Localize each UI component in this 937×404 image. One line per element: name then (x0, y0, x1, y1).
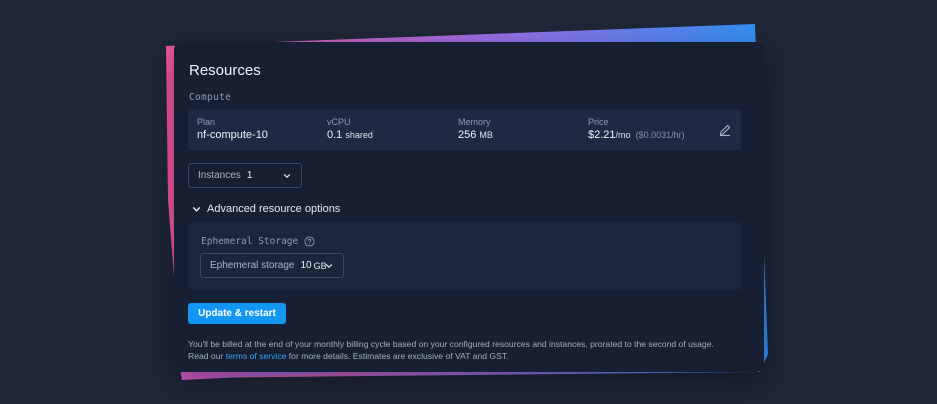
vcpu-value-row: 0.1 shared (327, 129, 373, 141)
memory-column: Memory 256 MB (458, 117, 493, 141)
plan-label: Plan (197, 117, 216, 127)
ephemeral-storage-heading: Ephemeral Storage (201, 236, 315, 247)
billing-text-1: You'll be billed at the end of your mont… (188, 339, 714, 349)
chevron-down-icon (325, 264, 333, 268)
memory-value-row: 256 MB (458, 129, 493, 141)
plan-value: nf-compute-10 (197, 129, 268, 141)
price-label: Price (588, 117, 609, 127)
vcpu-label: vCPU (327, 117, 351, 127)
advanced-options-panel: Ephemeral Storage Ephemeral storage 10 G… (188, 222, 741, 290)
memory-value: 256 (458, 129, 477, 141)
terms-of-service-link[interactable]: terms of service (226, 351, 287, 361)
ephemeral-storage-select-label: Ephemeral storage (210, 260, 295, 271)
chevron-down-icon (192, 206, 201, 212)
price-value: $2.21 (588, 129, 616, 141)
plan-summary: Plan nf-compute-10 vCPU 0.1 shared Memor… (188, 109, 741, 150)
update-restart-button[interactable]: Update & restart (188, 303, 286, 324)
vcpu-column: vCPU 0.1 shared (327, 117, 373, 141)
price-value-row: $2.21/mo ($0.0031/hr) (588, 129, 685, 141)
vcpu-unit: shared (345, 130, 373, 140)
instances-select[interactable]: Instances 1 (188, 163, 302, 188)
compute-section-label: Compute (189, 92, 232, 103)
chevron-down-icon (283, 174, 291, 178)
price-column: Price $2.21/mo ($0.0031/hr) (588, 117, 685, 141)
help-icon[interactable] (304, 236, 315, 247)
memory-unit: MB (479, 130, 493, 140)
advanced-options-label: Advanced resource options (207, 203, 341, 215)
plan-column: Plan nf-compute-10 (197, 117, 268, 141)
memory-label: Memory (458, 117, 491, 127)
instances-label: Instances (198, 170, 241, 181)
billing-text-3: for more details. Estimates are exclusiv… (288, 351, 509, 361)
ephemeral-storage-value: 10 (300, 260, 312, 271)
page-title: Resources (189, 62, 261, 79)
ephemeral-storage-select[interactable]: Ephemeral storage 10 GB (200, 253, 344, 278)
resources-card: Resources Compute Plan nf-compute-10 vCP… (174, 42, 764, 372)
pencil-icon[interactable] (718, 123, 732, 137)
billing-notice: You'll be billed at the end of your mont… (188, 338, 748, 362)
billing-text-2: Read our (188, 351, 224, 361)
vcpu-value: 0.1 (327, 129, 343, 141)
price-unit: /mo (615, 130, 631, 140)
instances-value: 1 (246, 170, 253, 181)
advanced-options-toggle[interactable]: Advanced resource options (192, 203, 340, 215)
ephemeral-storage-label: Ephemeral Storage (201, 236, 299, 247)
price-hourly: ($0.0031/hr) (635, 130, 685, 140)
